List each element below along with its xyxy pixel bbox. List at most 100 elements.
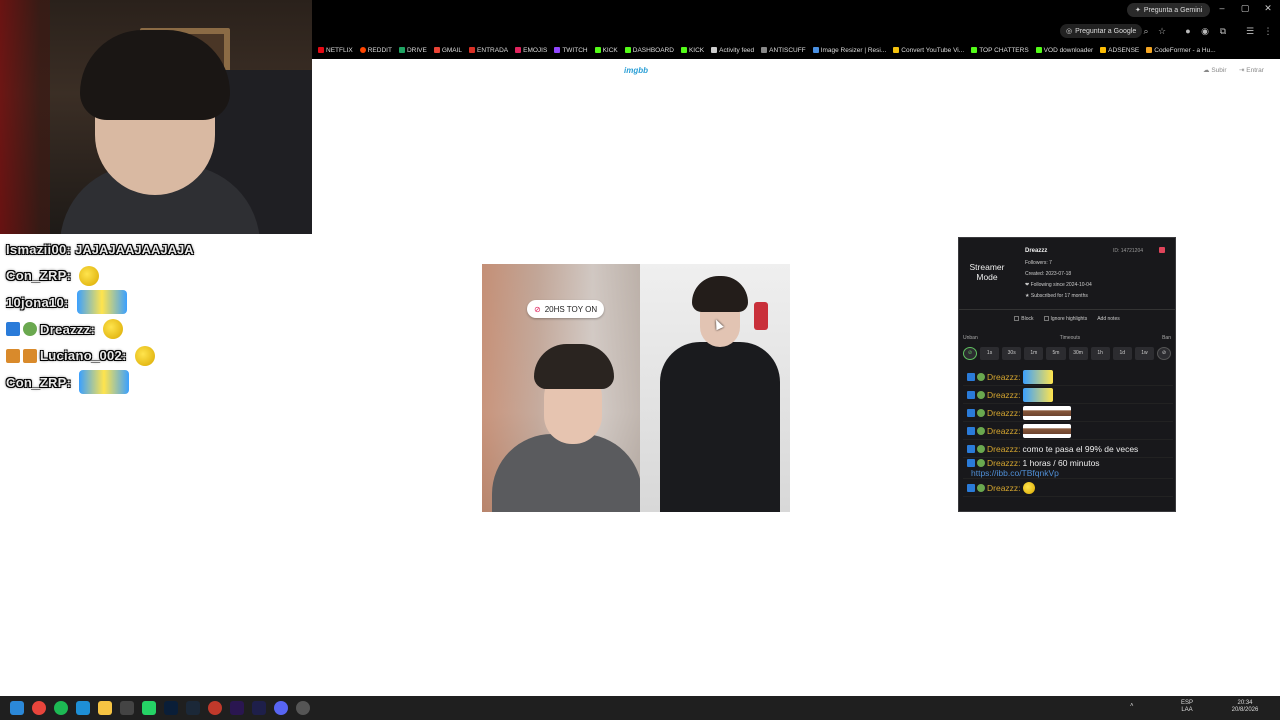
- usercard-username[interactable]: Dreazzz: [1025, 248, 1047, 254]
- timeout-button[interactable]: 1m: [1024, 346, 1044, 360]
- bookmark[interactable]: REDDIT: [359, 47, 392, 54]
- top-chatters-icon: [971, 47, 978, 53]
- pin-icon[interactable]: [1159, 247, 1165, 253]
- chat-username: Ismazii00:: [6, 241, 72, 257]
- followers-count: Followers: 7: [1025, 260, 1052, 266]
- bookmark[interactable]: NETFLIX: [318, 47, 353, 54]
- kick-icon: [680, 47, 687, 53]
- clock[interactable]: 20:34 20/8/2026: [1228, 700, 1262, 714]
- steam-icon[interactable]: [186, 701, 200, 715]
- star-icon[interactable]: ☆: [1156, 25, 1168, 37]
- ask-google-button[interactable]: ◎ Preguntar a Google: [1060, 24, 1143, 38]
- timeout-button[interactable]: 30m: [1068, 346, 1088, 360]
- photoshop-icon[interactable]: [164, 701, 178, 715]
- start-icon[interactable]: [10, 701, 24, 715]
- timeout-button[interactable]: 1h: [1090, 346, 1110, 360]
- prime-badge-icon: [6, 322, 20, 337]
- bookmark[interactable]: KICK: [594, 47, 618, 54]
- sub-badge-icon: [977, 408, 985, 417]
- divider: [959, 309, 1175, 310]
- whatsapp-icon[interactable]: [142, 701, 156, 715]
- spotify-icon[interactable]: [54, 701, 68, 715]
- bookmark[interactable]: ADSENSE: [1100, 47, 1139, 54]
- timeout-button[interactable]: 1d: [1112, 346, 1132, 360]
- usercard-panel: Streamer Mode Dreazzz ID: 14721204 Follo…: [958, 237, 1176, 512]
- bookmark[interactable]: GMAIL: [433, 47, 462, 54]
- stream-chat-line: Luciano_002:: [6, 342, 306, 369]
- activity-icon: [711, 47, 718, 53]
- maximize-icon[interactable]: ▢: [1234, 3, 1256, 14]
- premiere-icon[interactable]: [230, 701, 244, 715]
- chat-username: Luciano_002:: [40, 348, 127, 364]
- twitch-icon: [554, 47, 561, 53]
- bookmark[interactable]: KICK: [680, 47, 704, 54]
- bookmark[interactable]: DRIVE: [398, 47, 427, 54]
- close-icon[interactable]: ✕: [1257, 3, 1279, 14]
- language-indicator[interactable]: ESP LAA: [1180, 700, 1194, 714]
- usercard-message: Dreazzz:: [963, 404, 1173, 422]
- upload-link[interactable]: ☁ Subir: [1203, 66, 1227, 74]
- app-icon[interactable]: [296, 701, 310, 715]
- minimize-icon[interactable]: –: [1211, 3, 1233, 13]
- bookmark[interactable]: EMOJIS: [515, 47, 547, 54]
- timeouts-label: Timeouts: [1059, 335, 1081, 341]
- imgbb-logo[interactable]: imgbb: [624, 66, 648, 75]
- bookmark[interactable]: TOP CHATTERS: [971, 47, 1029, 54]
- profile-icon[interactable]: ☰: [1244, 25, 1256, 37]
- search-icon[interactable]: ⌕: [1140, 25, 1152, 37]
- timeout-button[interactable]: 30s: [1002, 346, 1022, 360]
- bookmark[interactable]: ENTRADA: [469, 47, 508, 54]
- usercard-id: ID: 14721204: [1113, 248, 1144, 254]
- edge-icon[interactable]: [76, 701, 90, 715]
- prime-badge-icon: [967, 444, 975, 453]
- extension-blue-icon[interactable]: ●: [1182, 25, 1194, 37]
- ignore-highlights-checkbox[interactable]: Ignore highlights: [1043, 316, 1087, 322]
- block-checkbox[interactable]: Block: [1014, 316, 1034, 322]
- sub-badge-icon: [977, 372, 985, 381]
- timeout-button[interactable]: 5m: [1046, 346, 1066, 360]
- audio-icon[interactable]: ◉: [1199, 25, 1211, 37]
- table-emote-icon: [1022, 423, 1071, 438]
- smile-emote-icon: [1022, 481, 1035, 494]
- bookmark[interactable]: TWITCH: [554, 47, 588, 54]
- chat-message: JAJAJAAJAAJAJA: [75, 241, 194, 257]
- add-notes-link[interactable]: Add notes: [1097, 316, 1120, 322]
- menu-icon[interactable]: ⋮: [1262, 25, 1274, 37]
- subscribed-duration: ★ Subscribed for 17 months: [1025, 293, 1088, 299]
- codeformer-icon: [1146, 47, 1153, 53]
- file-explorer-icon[interactable]: [98, 701, 112, 715]
- sub-badge-icon: [977, 459, 985, 467]
- prime-badge-icon: [967, 390, 975, 399]
- bookmark[interactable]: CodeFormer - a Hu...: [1146, 47, 1216, 54]
- login-link[interactable]: ⇥ Entrar: [1239, 66, 1264, 74]
- bookmark[interactable]: Convert YouTube Vi...: [893, 47, 964, 54]
- prime-badge-icon: [967, 483, 975, 492]
- ban-icon[interactable]: ⊘: [1157, 346, 1171, 360]
- tray-expand-icon[interactable]: ˄: [1130, 703, 1134, 710]
- timeout-button[interactable]: 1s: [980, 346, 1000, 360]
- obs-icon[interactable]: [120, 701, 134, 715]
- usercard-message: Dreazzz:: [963, 386, 1173, 404]
- timeout-button[interactable]: 1w: [1134, 346, 1154, 360]
- minion-emote-icon: [79, 370, 130, 395]
- ask-gemini-button[interactable]: ✦ Pregunta a Gemini: [1127, 3, 1211, 17]
- message-link[interactable]: https://ibb.co/TBfqnkVp: [967, 468, 1059, 478]
- chrome-alt-icon[interactable]: [208, 701, 222, 715]
- after-effects-icon[interactable]: [252, 701, 266, 715]
- discord-icon[interactable]: [274, 701, 288, 715]
- bookmark[interactable]: Image Resizer | Resi...: [812, 47, 886, 54]
- sub-badge-icon: [977, 426, 985, 435]
- webcam-background-light: [0, 0, 50, 234]
- usercard-message: Dreazzz:: [963, 368, 1173, 386]
- bookmark[interactable]: VOD downloader: [1035, 47, 1093, 54]
- extensions-icon[interactable]: ⧉: [1217, 25, 1229, 37]
- bookmark[interactable]: ANTISCUFF: [761, 47, 806, 54]
- bookmark[interactable]: DASHBOARD: [624, 47, 674, 54]
- message-text: como te pasa el 99% de veces: [1022, 443, 1139, 454]
- bookmark[interactable]: Activity feed: [711, 47, 754, 54]
- uploaded-image[interactable]: ⊘ 20HS TOY ON: [482, 264, 790, 512]
- vod-downloader-icon: [1035, 47, 1042, 53]
- gift-badge-icon: [6, 348, 20, 363]
- unban-icon[interactable]: ⊘: [963, 346, 977, 360]
- chrome-icon[interactable]: [32, 701, 46, 715]
